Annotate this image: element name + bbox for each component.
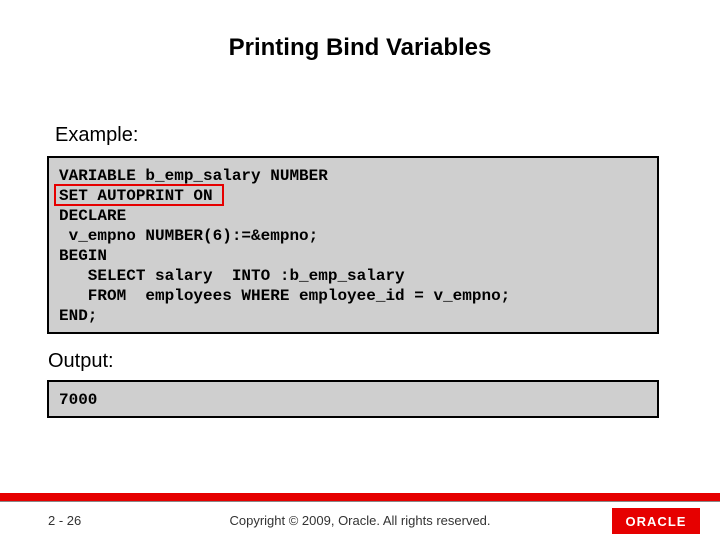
- example-label: Example:: [55, 124, 138, 147]
- oracle-logo: ORACLE: [612, 508, 700, 534]
- footer-red-bar: [0, 493, 720, 501]
- page-title: Printing Bind Variables: [0, 34, 720, 62]
- output-box: 7000: [47, 380, 659, 418]
- code-example-box: VARIABLE b_emp_salary NUMBER SET AUTOPRI…: [47, 156, 659, 334]
- output-label: Output:: [48, 350, 114, 373]
- footer: 2 - 26 Copyright © 2009, Oracle. All rig…: [0, 502, 720, 540]
